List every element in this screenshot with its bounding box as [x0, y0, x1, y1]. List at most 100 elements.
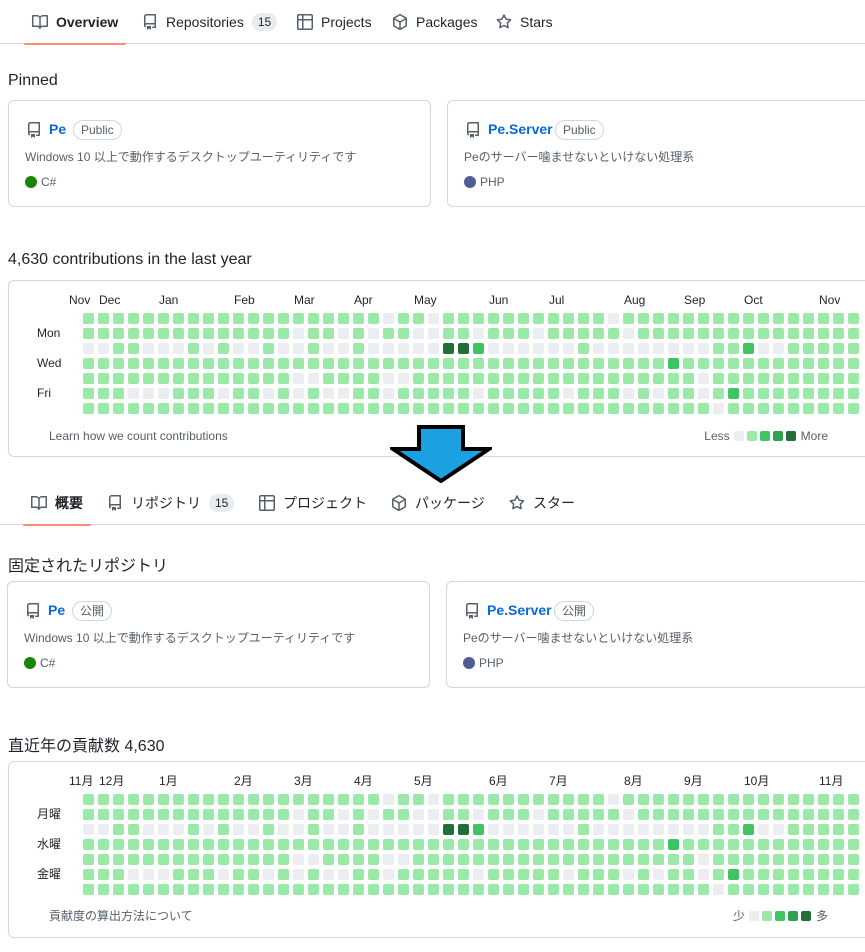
contribution-day-cell[interactable]: [638, 373, 649, 384]
contribution-day-cell[interactable]: [218, 313, 229, 324]
contribution-day-cell[interactable]: [353, 313, 364, 324]
contribution-day-cell[interactable]: [623, 809, 634, 820]
contribution-day-cell[interactable]: [428, 373, 439, 384]
contribution-day-cell[interactable]: [338, 794, 349, 805]
contribution-day-cell[interactable]: [458, 839, 469, 850]
contribution-day-cell[interactable]: [533, 809, 544, 820]
contribution-day-cell[interactable]: [788, 388, 799, 399]
contribution-day-cell[interactable]: [698, 884, 709, 895]
contribution-day-cell[interactable]: [833, 328, 844, 339]
contribution-day-cell[interactable]: [428, 839, 439, 850]
contribution-day-cell[interactable]: [668, 854, 679, 865]
contribution-day-cell[interactable]: [818, 358, 829, 369]
contribution-day-cell[interactable]: [188, 403, 199, 414]
contribution-day-cell[interactable]: [578, 884, 589, 895]
contribution-day-cell[interactable]: [548, 794, 559, 805]
contribution-day-cell[interactable]: [548, 854, 559, 865]
contribution-day-cell[interactable]: [713, 854, 724, 865]
contribution-day-cell[interactable]: [488, 854, 499, 865]
contribution-day-cell[interactable]: [158, 328, 169, 339]
contribution-day-cell[interactable]: [683, 839, 694, 850]
contribution-day-cell[interactable]: [788, 854, 799, 865]
contribution-day-cell[interactable]: [593, 839, 604, 850]
contribution-day-cell[interactable]: [773, 388, 784, 399]
contribution-day-cell[interactable]: [158, 373, 169, 384]
learn-contributions-link[interactable]: 貢献度の算出方法について: [49, 907, 193, 924]
contribution-day-cell[interactable]: [113, 358, 124, 369]
contribution-day-cell[interactable]: [293, 328, 304, 339]
contribution-day-cell[interactable]: [248, 313, 259, 324]
contribution-day-cell[interactable]: [218, 884, 229, 895]
contribution-day-cell[interactable]: [773, 343, 784, 354]
contribution-day-cell[interactable]: [323, 794, 334, 805]
contribution-day-cell[interactable]: [533, 343, 544, 354]
contribution-day-cell[interactable]: [803, 869, 814, 880]
contribution-day-cell[interactable]: [473, 824, 484, 835]
contribution-day-cell[interactable]: [128, 388, 139, 399]
contribution-day-cell[interactable]: [488, 869, 499, 880]
contribution-day-cell[interactable]: [458, 373, 469, 384]
contribution-day-cell[interactable]: [728, 313, 739, 324]
contribution-day-cell[interactable]: [293, 794, 304, 805]
contribution-day-cell[interactable]: [653, 869, 664, 880]
contribution-day-cell[interactable]: [533, 884, 544, 895]
contribution-day-cell[interactable]: [158, 358, 169, 369]
contribution-day-cell[interactable]: [773, 358, 784, 369]
contribution-day-cell[interactable]: [563, 388, 574, 399]
contribution-day-cell[interactable]: [803, 328, 814, 339]
contribution-day-cell[interactable]: [248, 328, 259, 339]
contribution-day-cell[interactable]: [383, 343, 394, 354]
contribution-day-cell[interactable]: [113, 854, 124, 865]
contribution-day-cell[interactable]: [233, 824, 244, 835]
contribution-day-cell[interactable]: [518, 328, 529, 339]
contribution-day-cell[interactable]: [353, 884, 364, 895]
contribution-day-cell[interactable]: [608, 794, 619, 805]
contribution-day-cell[interactable]: [638, 358, 649, 369]
contribution-day-cell[interactable]: [323, 824, 334, 835]
contribution-day-cell[interactable]: [263, 884, 274, 895]
contribution-day-cell[interactable]: [653, 313, 664, 324]
contribution-day-cell[interactable]: [818, 824, 829, 835]
contribution-day-cell[interactable]: [788, 328, 799, 339]
contribution-day-cell[interactable]: [608, 328, 619, 339]
contribution-day-cell[interactable]: [83, 839, 94, 850]
contribution-day-cell[interactable]: [413, 373, 424, 384]
contribution-day-cell[interactable]: [743, 869, 754, 880]
contribution-day-cell[interactable]: [98, 824, 109, 835]
contribution-day-cell[interactable]: [713, 839, 724, 850]
contribution-day-cell[interactable]: [278, 824, 289, 835]
contribution-day-cell[interactable]: [143, 343, 154, 354]
contribution-day-cell[interactable]: [503, 809, 514, 820]
contribution-day-cell[interactable]: [263, 794, 274, 805]
contribution-day-cell[interactable]: [383, 403, 394, 414]
contribution-day-cell[interactable]: [188, 824, 199, 835]
contribution-day-cell[interactable]: [533, 403, 544, 414]
contribution-day-cell[interactable]: [653, 358, 664, 369]
contribution-day-cell[interactable]: [398, 884, 409, 895]
contribution-day-cell[interactable]: [248, 373, 259, 384]
contribution-day-cell[interactable]: [98, 869, 109, 880]
contribution-day-cell[interactable]: [833, 373, 844, 384]
contribution-day-cell[interactable]: [608, 869, 619, 880]
contribution-day-cell[interactable]: [833, 358, 844, 369]
contribution-day-cell[interactable]: [173, 343, 184, 354]
contribution-day-cell[interactable]: [473, 884, 484, 895]
contribution-day-cell[interactable]: [428, 358, 439, 369]
contribution-day-cell[interactable]: [278, 358, 289, 369]
contribution-day-cell[interactable]: [338, 884, 349, 895]
contribution-day-cell[interactable]: [413, 824, 424, 835]
contribution-day-cell[interactable]: [593, 869, 604, 880]
contribution-day-cell[interactable]: [548, 313, 559, 324]
contribution-day-cell[interactable]: [113, 869, 124, 880]
contribution-day-cell[interactable]: [638, 343, 649, 354]
contribution-day-cell[interactable]: [488, 794, 499, 805]
contribution-day-cell[interactable]: [293, 313, 304, 324]
contribution-day-cell[interactable]: [458, 794, 469, 805]
contribution-day-cell[interactable]: [593, 373, 604, 384]
contribution-day-cell[interactable]: [608, 809, 619, 820]
contribution-day-cell[interactable]: [518, 824, 529, 835]
contribution-day-cell[interactable]: [608, 313, 619, 324]
contribution-day-cell[interactable]: [608, 403, 619, 414]
repo-name-link[interactable]: Pe: [49, 121, 66, 137]
contribution-day-cell[interactable]: [683, 869, 694, 880]
